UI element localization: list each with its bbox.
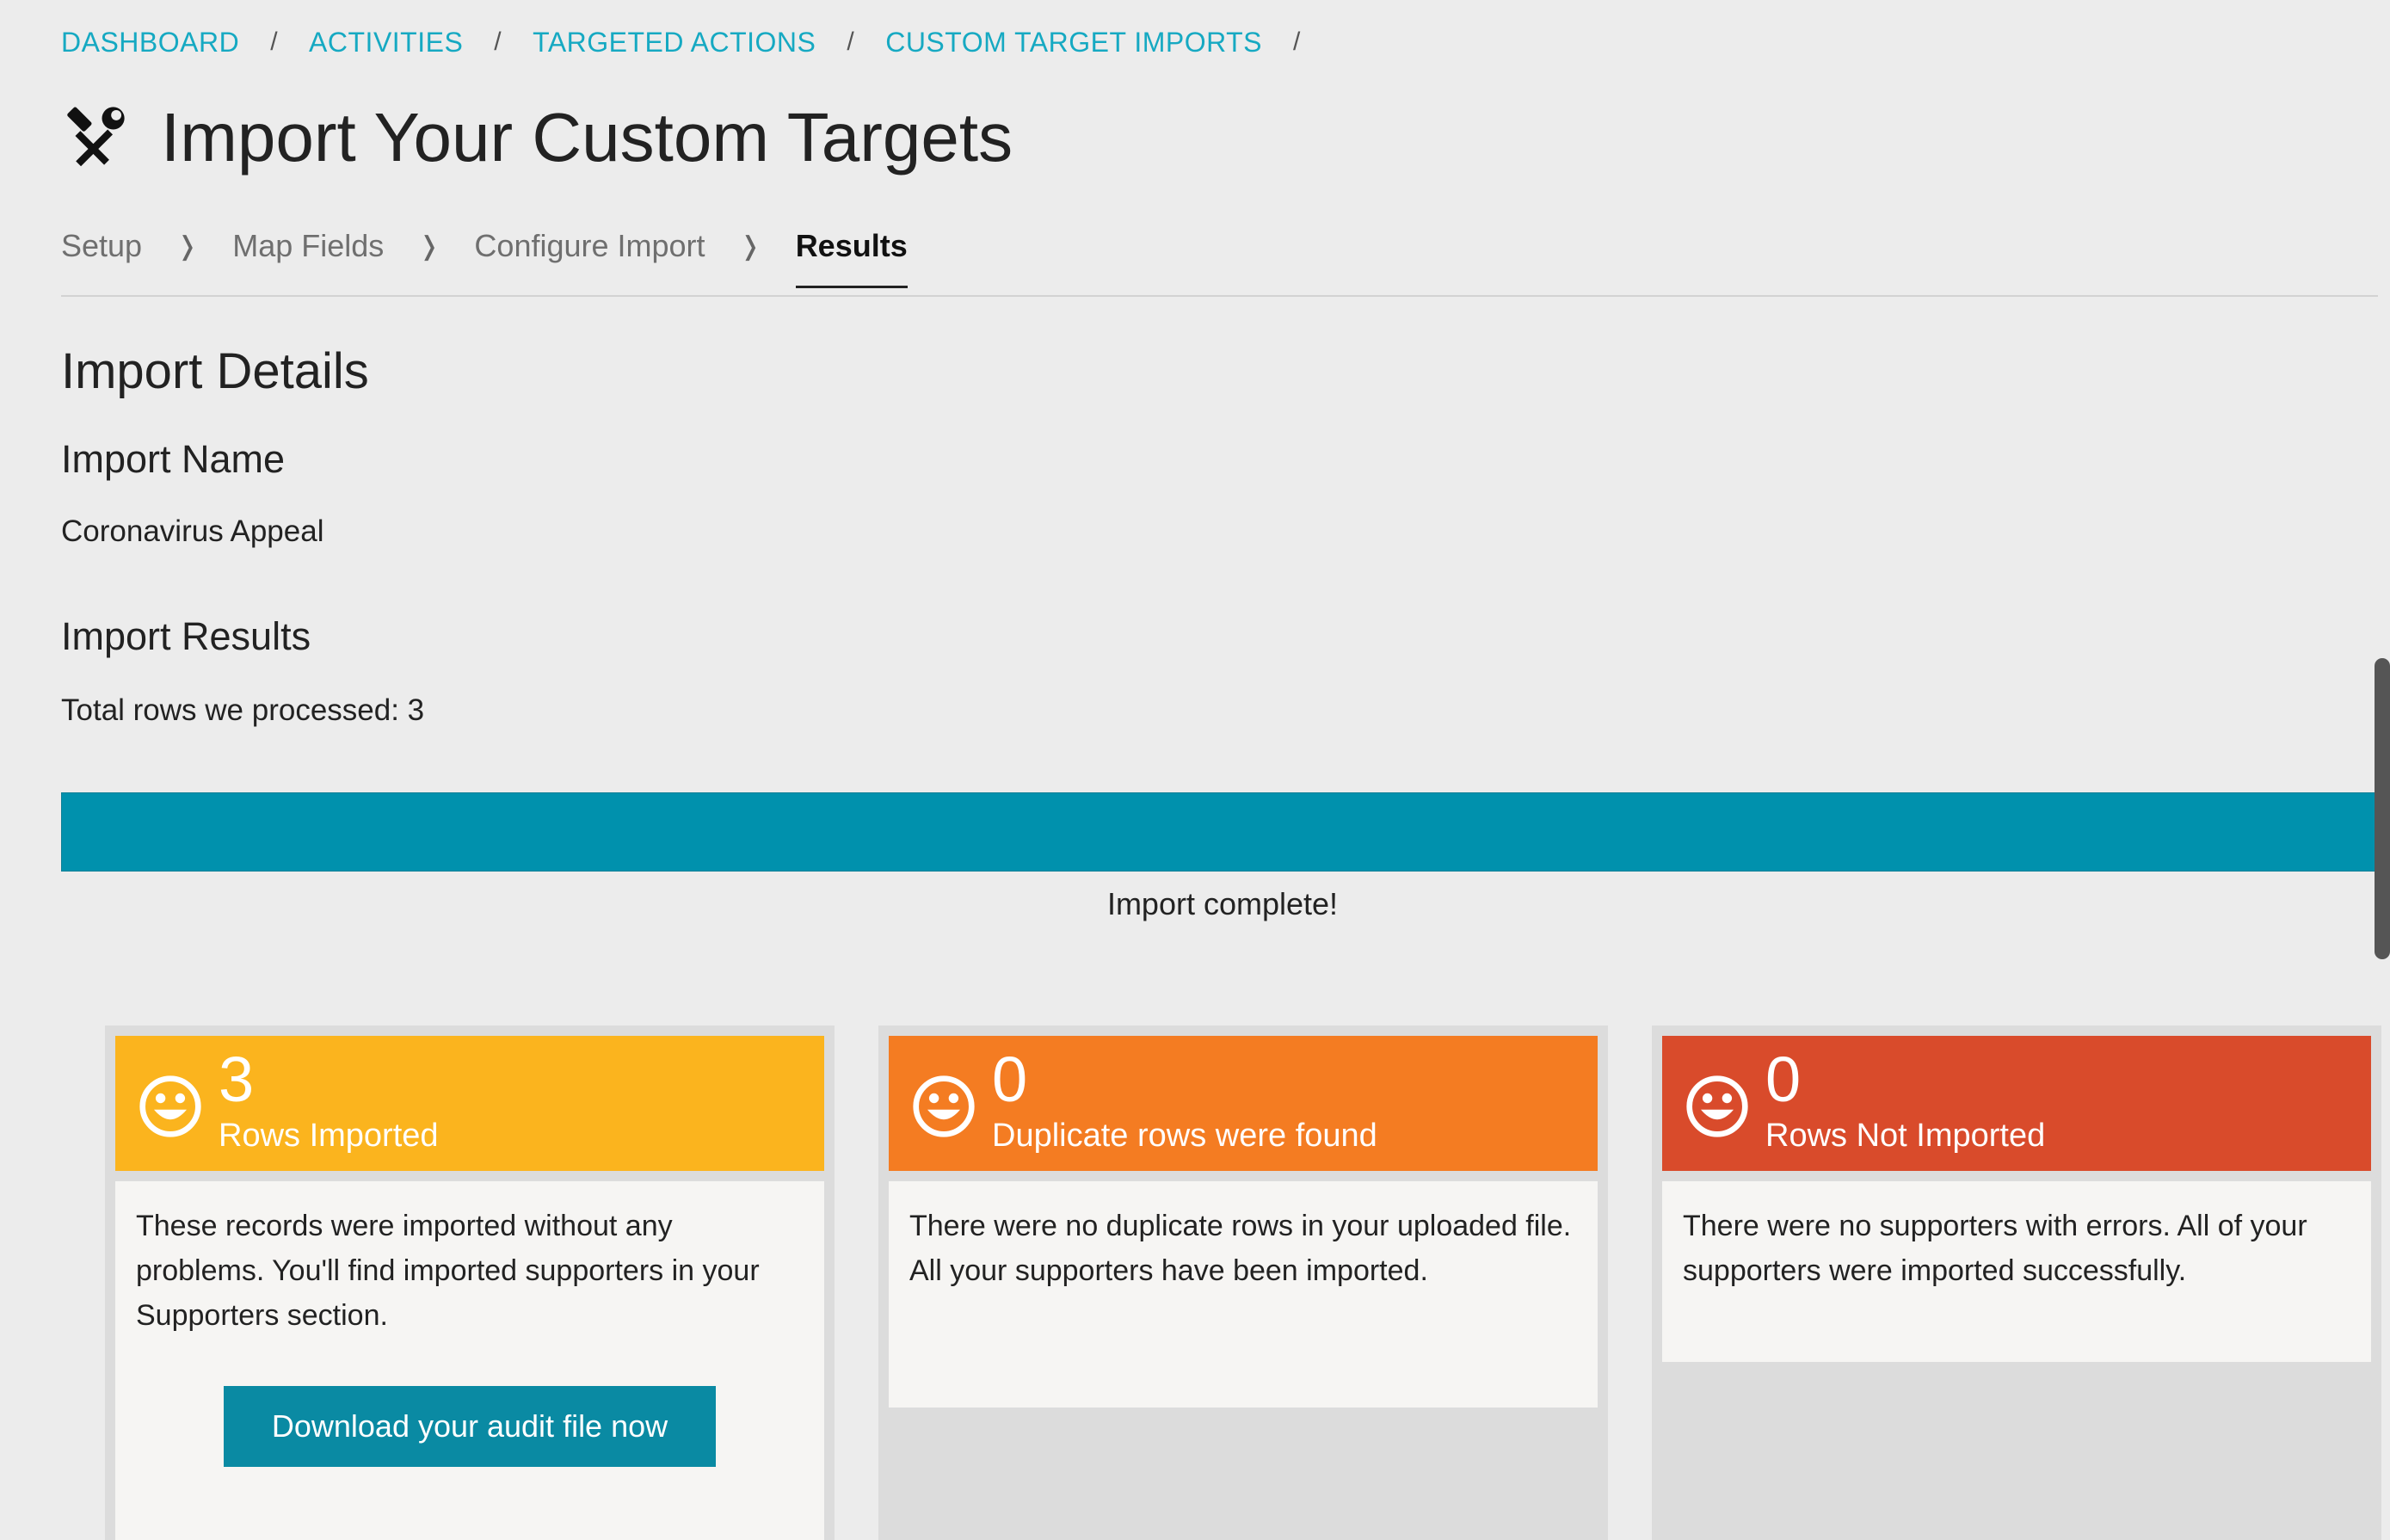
step-results[interactable]: Results bbox=[795, 228, 908, 288]
import-details-heading: Import Details bbox=[61, 343, 369, 399]
breadcrumb-dashboard[interactable]: DASHBOARD bbox=[61, 27, 239, 59]
card-count: 0 bbox=[992, 1044, 1028, 1115]
wizard-steps: Setup ❭ Map Fields ❭ Configure Import ❭ … bbox=[61, 215, 908, 288]
total-rows-text: Total rows we processed: 3 bbox=[61, 693, 425, 727]
breadcrumb-custom-target-imports[interactable]: CUSTOM TARGET IMPORTS bbox=[885, 27, 1262, 59]
page: DASHBOARD / ACTIVITIES / TARGETED ACTION… bbox=[0, 0, 2390, 1540]
card-body: There were no duplicate rows in your upl… bbox=[889, 1181, 1598, 1408]
breadcrumb-targeted-actions[interactable]: TARGETED ACTIONS bbox=[533, 27, 816, 59]
breadcrumb: DASHBOARD / ACTIVITIES / TARGETED ACTION… bbox=[61, 22, 1332, 62]
breadcrumb-separator: / bbox=[1293, 28, 1301, 56]
progress-fill bbox=[62, 793, 2389, 871]
progress-label: Import complete! bbox=[1106, 886, 1339, 921]
chevron-right-icon: ❭ bbox=[739, 231, 761, 261]
card-label: Rows Imported bbox=[219, 1118, 439, 1154]
import-name-heading: Import Name bbox=[61, 437, 286, 481]
page-header: Import Your Custom Targets bbox=[61, 95, 1013, 181]
smiley-icon bbox=[1686, 1075, 1748, 1137]
import-progress-bar bbox=[61, 792, 2390, 872]
card-header: 3 Rows Imported bbox=[115, 1036, 824, 1171]
tools-icon bbox=[67, 107, 125, 167]
breadcrumb-separator: / bbox=[494, 28, 502, 56]
card-count: 0 bbox=[1765, 1044, 1802, 1115]
import-results-heading: Import Results bbox=[61, 614, 311, 658]
card-description: These records were imported without any … bbox=[136, 1210, 760, 1332]
card-description: There were no duplicate rows in your upl… bbox=[909, 1210, 1572, 1287]
smiley-icon bbox=[139, 1075, 201, 1137]
scrollbar[interactable] bbox=[2375, 658, 2390, 959]
card-body: There were no supporters with errors. Al… bbox=[1662, 1181, 2371, 1362]
download-audit-file-button[interactable]: Download your audit file now bbox=[224, 1386, 716, 1467]
card-header: 0 Duplicate rows were found bbox=[889, 1036, 1598, 1171]
card-header: 0 Rows Not Imported bbox=[1662, 1036, 2371, 1171]
rows-imported-card: 3 Rows Imported These records were impor… bbox=[105, 1026, 835, 1540]
steps-divider bbox=[61, 295, 2378, 297]
card-label: Duplicate rows were found bbox=[992, 1118, 1377, 1154]
step-configure-import[interactable]: Configure Import bbox=[474, 228, 705, 264]
card-description: There were no supporters with errors. Al… bbox=[1683, 1210, 2307, 1287]
breadcrumb-separator: / bbox=[847, 28, 855, 56]
step-setup[interactable]: Setup bbox=[61, 228, 142, 264]
card-count: 3 bbox=[219, 1044, 255, 1115]
breadcrumb-activities[interactable]: ACTIVITIES bbox=[309, 27, 463, 59]
rows-not-imported-card: 0 Rows Not Imported There were no suppor… bbox=[1652, 1026, 2381, 1540]
chevron-right-icon: ❭ bbox=[418, 231, 440, 261]
page-title: Import Your Custom Targets bbox=[161, 99, 1013, 176]
smiley-icon bbox=[913, 1075, 975, 1137]
card-label: Rows Not Imported bbox=[1765, 1118, 2046, 1154]
card-body: These records were imported without any … bbox=[115, 1181, 824, 1540]
import-name-value: Coronavirus Appeal bbox=[61, 514, 324, 548]
chevron-right-icon: ❭ bbox=[176, 231, 199, 261]
step-map-fields[interactable]: Map Fields bbox=[232, 228, 384, 264]
breadcrumb-separator: / bbox=[270, 28, 279, 56]
duplicate-rows-card: 0 Duplicate rows were found There were n… bbox=[878, 1026, 1608, 1540]
